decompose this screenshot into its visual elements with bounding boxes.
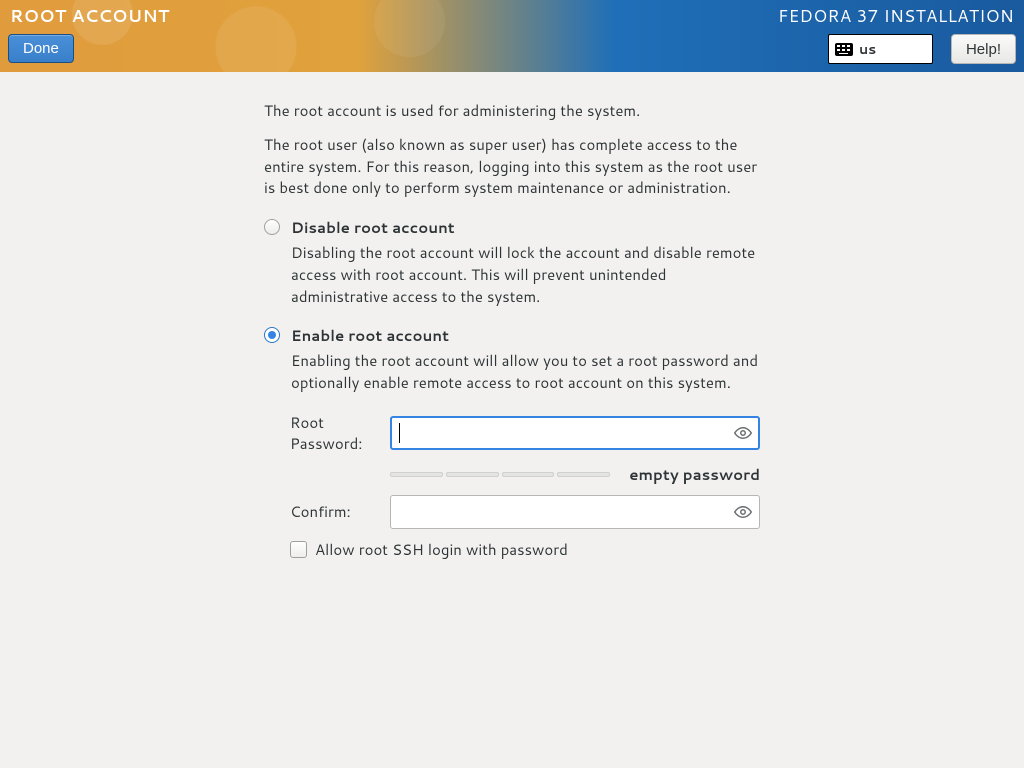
content-area: The root account is used for administeri… (0, 72, 760, 560)
strength-segment (502, 472, 555, 477)
radio-item-enable: Enable root account Enabling the root ac… (264, 325, 760, 394)
intro-text-1: The root account is used for administeri… (264, 100, 760, 122)
page-title: ROOT ACCOUNT (10, 4, 170, 28)
root-password-label: Root Password: (290, 412, 390, 454)
password-form: Root Password: empty password Confirm: (290, 412, 760, 529)
strength-segment (446, 472, 499, 477)
radio-disable-desc: Disabling the root account will lock the… (291, 242, 760, 307)
allow-ssh-checkbox[interactable] (290, 541, 307, 558)
confirm-password-input[interactable] (390, 495, 760, 529)
radio-circle-icon (264, 327, 280, 343)
installer-title: FEDORA 37 INSTALLATION (778, 4, 1014, 28)
text-caret (399, 423, 400, 443)
root-password-input[interactable] (390, 416, 760, 450)
radio-circle-icon (264, 219, 280, 235)
done-button[interactable]: Done (8, 34, 74, 63)
strength-segment (390, 472, 443, 477)
keyboard-layout-text: us (859, 39, 876, 59)
strength-segment (557, 472, 610, 477)
header-bar: ROOT ACCOUNT Done FEDORA 37 INSTALLATION… (0, 0, 1024, 72)
root-account-radio-group: Disable root account Disabling the root … (264, 217, 760, 394)
radio-disable-label: Disable root account (291, 217, 760, 238)
help-button[interactable]: Help! (951, 34, 1016, 64)
keyboard-icon (835, 43, 853, 56)
allow-ssh-label[interactable]: Allow root SSH login with password (315, 539, 568, 560)
password-strength-meter (390, 472, 610, 477)
radio-disable-root[interactable] (264, 219, 281, 236)
radio-item-disable: Disable root account Disabling the root … (264, 217, 760, 307)
reveal-password-icon[interactable] (734, 503, 752, 521)
reveal-password-icon[interactable] (734, 424, 752, 442)
intro-text-2: The root user (also known as super user)… (264, 134, 760, 199)
confirm-password-label: Confirm: (290, 501, 390, 522)
keyboard-layout-indicator[interactable]: us (828, 34, 933, 64)
radio-enable-root[interactable] (264, 327, 281, 344)
radio-enable-label: Enable root account (291, 325, 760, 346)
password-strength-label: empty password (629, 464, 760, 485)
radio-enable-desc: Enabling the root account will allow you… (291, 350, 760, 394)
